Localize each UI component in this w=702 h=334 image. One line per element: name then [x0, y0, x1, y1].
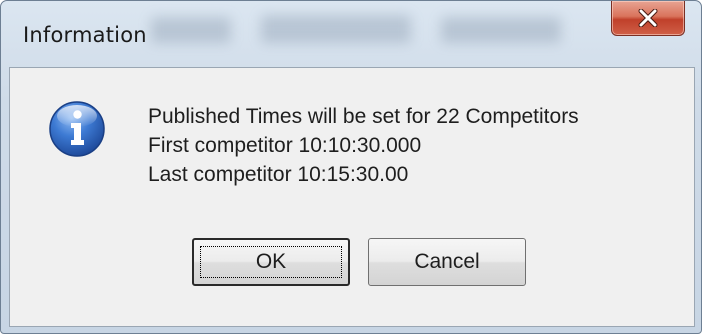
dialog-body: Published Times will be set for 22 Compe… — [9, 67, 695, 327]
close-button[interactable] — [611, 1, 685, 36]
message-text: Published Times will be set for 22 Compe… — [148, 102, 579, 189]
information-icon — [48, 100, 106, 158]
message-line: Published Times will be set for 22 Compe… — [148, 105, 579, 128]
information-dialog: Information Published Times will be set … — [0, 0, 702, 334]
ok-button[interactable]: OK — [192, 238, 350, 286]
glass-blur — [441, 17, 561, 43]
glass-blur — [151, 17, 231, 43]
dialog-title: Information — [23, 23, 147, 47]
close-icon — [637, 9, 659, 27]
focus-rectangle — [200, 246, 342, 278]
message-line: First competitor 10:10:30.000 — [148, 134, 422, 157]
glass-blur — [261, 15, 411, 43]
title-bar[interactable]: Information — [1, 1, 701, 67]
cancel-button-label: Cancel — [414, 250, 480, 273]
cancel-button[interactable]: Cancel — [368, 238, 526, 286]
message-line: Last competitor 10:15:30.00 — [148, 163, 409, 186]
